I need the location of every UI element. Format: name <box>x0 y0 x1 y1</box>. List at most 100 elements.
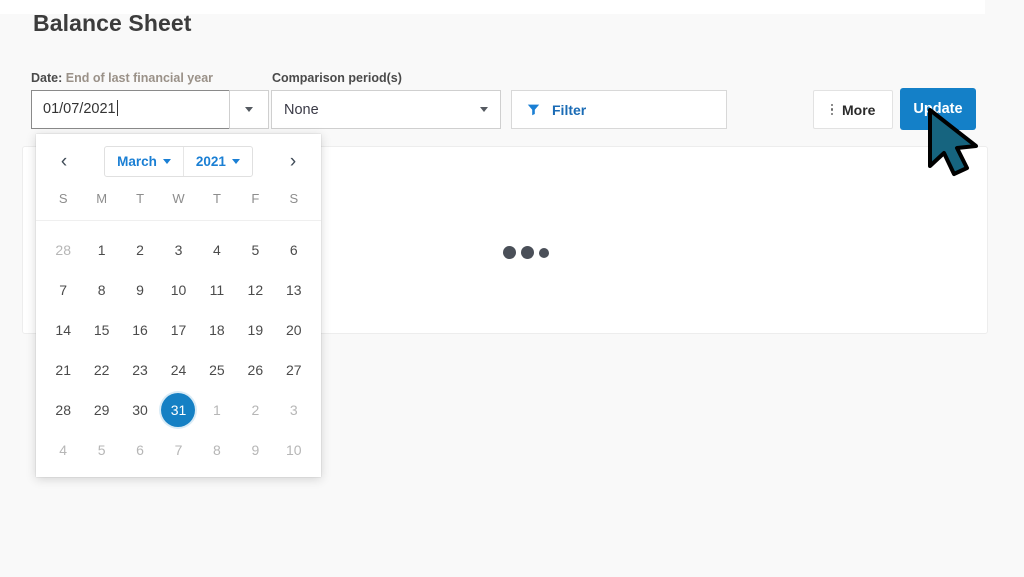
comparison-period-select[interactable]: None <box>271 90 501 129</box>
calendar-day-number: 2 <box>136 242 144 258</box>
update-button[interactable]: Update <box>900 88 976 130</box>
calendar-day-number: 25 <box>209 362 225 378</box>
text-caret <box>116 100 118 116</box>
calendar-day[interactable]: 19 <box>236 310 274 350</box>
calendar-weekday-3: W <box>172 191 185 206</box>
calendar-day-selected[interactable]: 31 <box>159 390 197 430</box>
comparison-field-group[interactable]: None <box>271 90 501 129</box>
calendar-day-number: 30 <box>132 402 148 418</box>
calendar-day[interactable]: 1 <box>198 390 236 430</box>
calendar-weekday-6: S <box>289 191 299 206</box>
filter-button[interactable]: Filter <box>511 90 727 129</box>
date-input-value: 01/07/2021 <box>43 101 116 117</box>
calendar-header: ‹ March 2021 › <box>36 134 321 188</box>
chevron-down-icon <box>480 107 488 112</box>
calendar-day[interactable]: 16 <box>121 310 159 350</box>
calendar-day-number: 28 <box>55 402 71 418</box>
more-button[interactable]: More <box>813 90 893 129</box>
calendar-day[interactable]: 30 <box>121 390 159 430</box>
calendar-day-number: 19 <box>247 322 264 338</box>
calendar-day[interactable]: 29 <box>82 390 120 430</box>
calendar-day-number: 10 <box>285 442 302 458</box>
date-picker-calendar[interactable]: ‹ March 2021 › SMTWTFS 28 1 2 3 4 5 6 7 8 9 10 11 12… <box>36 134 321 477</box>
vertical-dots-icon <box>830 103 834 116</box>
calendar-day-number: 11 <box>209 282 225 298</box>
calendar-day-number: 27 <box>285 362 302 378</box>
calendar-day-number: 12 <box>247 282 264 298</box>
filter-button-label: Filter <box>552 101 587 118</box>
calendar-day-number: 5 <box>251 242 260 258</box>
calendar-day-number: 13 <box>285 282 302 298</box>
calendar-day-grid[interactable]: 28 1 2 3 4 5 6 7 8 9 10 11 12 13 14 15 16 17 18 19 20 21 22 23 2… <box>36 221 321 470</box>
calendar-month-year-selector[interactable]: March 2021 <box>104 145 253 177</box>
calendar-weekday-4: T <box>212 191 221 206</box>
calendar-day-number: 16 <box>132 322 148 338</box>
calendar-day[interactable]: 3 <box>159 230 197 270</box>
calendar-day[interactable]: 2 <box>236 390 274 430</box>
calendar-month-dropdown[interactable]: March <box>105 147 183 176</box>
more-button-label: More <box>842 101 876 118</box>
calendar-day[interactable]: 8 <box>82 270 120 310</box>
calendar-weekday-5: F <box>251 191 260 206</box>
comparison-period-value: None <box>284 101 319 118</box>
date-label-prefix: Date: <box>31 71 63 85</box>
calendar-next-month-button[interactable]: › <box>282 148 304 174</box>
calendar-day[interactable]: 10 <box>159 270 197 310</box>
calendar-day[interactable]: 28 <box>44 230 82 270</box>
calendar-day[interactable]: 7 <box>44 270 82 310</box>
calendar-year-dropdown[interactable]: 2021 <box>182 146 252 176</box>
calendar-day-number: 20 <box>285 322 302 338</box>
calendar-day[interactable]: 1 <box>82 230 120 270</box>
calendar-day-number: 23 <box>132 362 148 378</box>
calendar-day-number: 26 <box>247 362 264 378</box>
calendar-prev-month-button[interactable]: ‹ <box>53 148 75 174</box>
calendar-day[interactable]: 9 <box>236 430 274 470</box>
calendar-day[interactable]: 15 <box>82 310 120 350</box>
calendar-day[interactable]: 8 <box>198 430 236 470</box>
calendar-day[interactable]: 3 <box>275 390 313 430</box>
calendar-day[interactable]: 23 <box>121 350 159 390</box>
calendar-day[interactable]: 12 <box>236 270 274 310</box>
calendar-day[interactable]: 26 <box>236 350 274 390</box>
date-label-value: End of last financial year <box>65 71 214 85</box>
calendar-day-number: 9 <box>251 442 260 458</box>
date-input[interactable]: 01/07/2021 <box>31 90 229 129</box>
calendar-day-number: 8 <box>213 442 221 458</box>
calendar-day[interactable]: 28 <box>44 390 82 430</box>
calendar-day[interactable]: 4 <box>44 430 82 470</box>
calendar-weekday-0: S <box>58 191 68 206</box>
calendar-day[interactable]: 22 <box>82 350 120 390</box>
update-button-label: Update <box>913 101 963 117</box>
calendar-day[interactable]: 17 <box>159 310 197 350</box>
calendar-day[interactable]: 21 <box>44 350 82 390</box>
calendar-day[interactable]: 10 <box>275 430 313 470</box>
calendar-day[interactable]: 25 <box>198 350 236 390</box>
calendar-day-number: 31 <box>161 393 196 427</box>
calendar-day[interactable]: 2 <box>121 230 159 270</box>
calendar-day[interactable]: 9 <box>121 270 159 310</box>
calendar-day[interactable]: 18 <box>198 310 236 350</box>
calendar-year-label: 2021 <box>195 153 226 169</box>
date-picker-toggle-button[interactable] <box>229 90 269 129</box>
page-title: Balance Sheet <box>33 10 192 36</box>
calendar-day[interactable]: 13 <box>275 270 313 310</box>
calendar-day[interactable]: 24 <box>159 350 197 390</box>
date-field-group[interactable]: 01/07/2021 <box>31 90 269 129</box>
chevron-down-icon <box>162 158 171 164</box>
calendar-day[interactable]: 14 <box>44 310 82 350</box>
calendar-day[interactable]: 27 <box>275 350 313 390</box>
calendar-day-number: 24 <box>170 362 187 378</box>
calendar-weekday-1: M <box>96 191 108 206</box>
calendar-day[interactable]: 5 <box>82 430 120 470</box>
date-field-label: Date: End of last financial year <box>31 71 213 85</box>
calendar-day[interactable]: 6 <box>275 230 313 270</box>
calendar-day-number: 7 <box>59 282 68 298</box>
calendar-day[interactable]: 11 <box>198 270 236 310</box>
calendar-day[interactable]: 7 <box>159 430 197 470</box>
calendar-day[interactable]: 20 <box>275 310 313 350</box>
calendar-day[interactable]: 4 <box>198 230 236 270</box>
calendar-day[interactable]: 6 <box>121 430 159 470</box>
calendar-day[interactable]: 5 <box>236 230 274 270</box>
calendar-day-number: 17 <box>170 322 187 338</box>
comparison-field-label: Comparison period(s) <box>272 71 402 85</box>
